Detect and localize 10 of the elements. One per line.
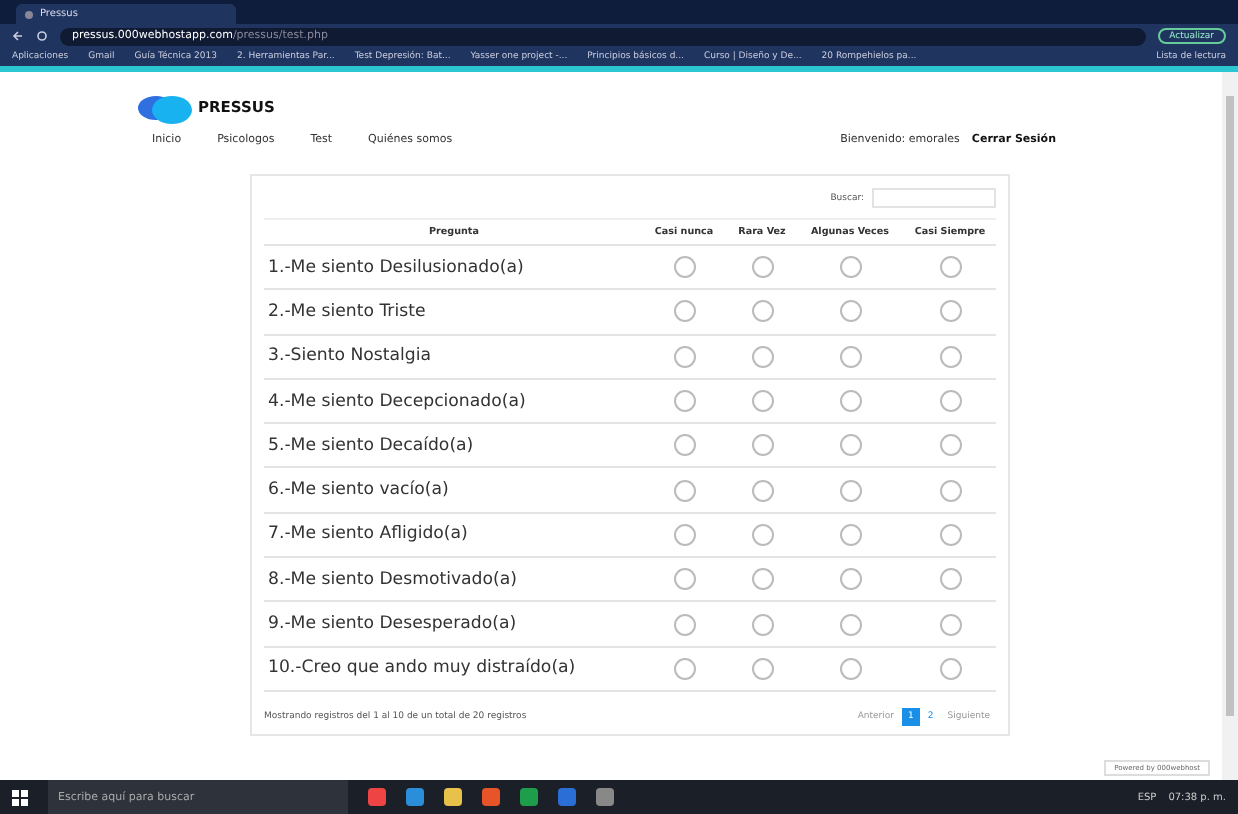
question-text: 1.-Me siento Desilusionado(a) (266, 257, 526, 278)
question-text: 4.-Me siento Decepcionado(a) (266, 391, 528, 412)
question-text: 5.-Me siento Decaído(a) (266, 435, 476, 456)
question-text: 8.-Me siento Desmotivado(a) (266, 569, 519, 590)
question-text: 3.-Siento Nostalgia (266, 346, 434, 367)
question-text: 7.-Me siento Afligido(a) (266, 524, 470, 545)
question-text: 6.-Me siento vacío(a) (266, 480, 451, 501)
question-text: 10.-Creo que ando muy distraído(a) (266, 658, 578, 679)
question-text: 2.-Me siento Triste (266, 301, 428, 322)
question-text: 9.-Me siento Desesperado(a) (266, 614, 519, 635)
